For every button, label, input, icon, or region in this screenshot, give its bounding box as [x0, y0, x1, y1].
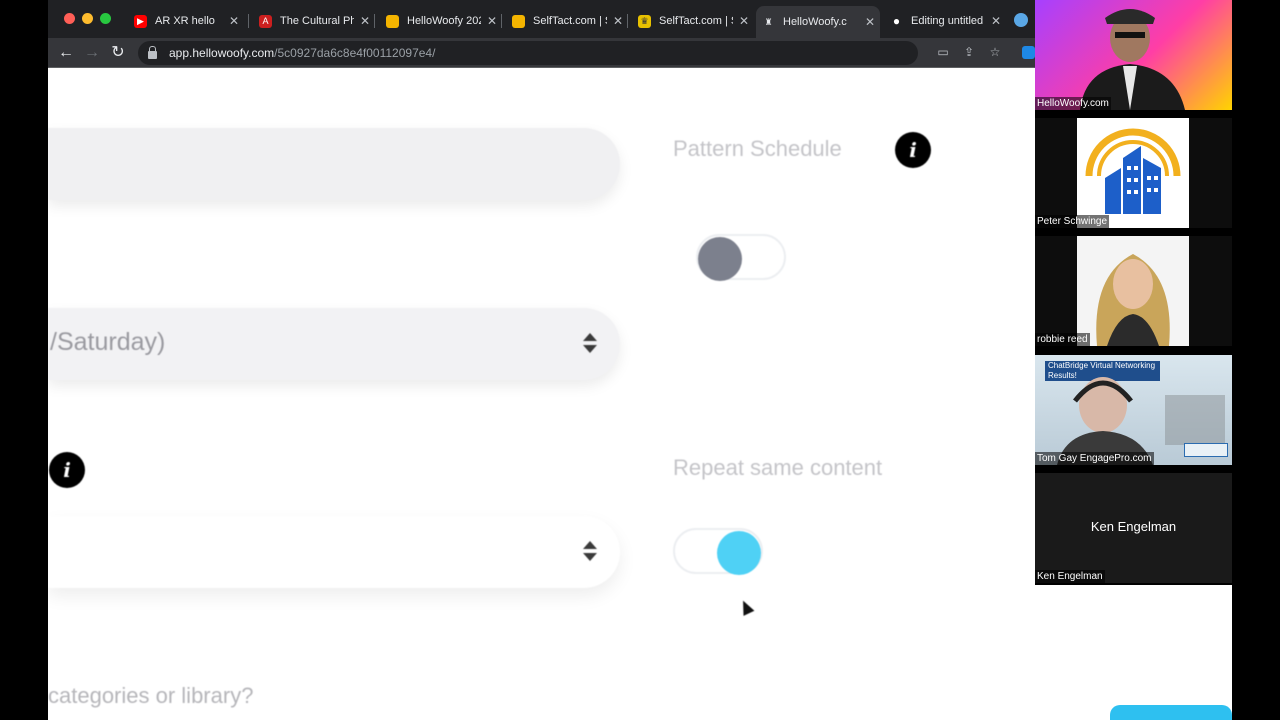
info-icon[interactable]: i — [895, 132, 931, 168]
day-select-value: /Saturday) — [50, 328, 166, 356]
slides-icon — [386, 14, 399, 28]
share-icon[interactable]: ⇪ — [962, 45, 976, 59]
participant-video[interactable]: Ken Engelman Ken Engelman — [1035, 473, 1232, 583]
browser-window: ▶ AR XR hello ✕ A The Cultural Ph ✕ Hell… — [48, 0, 1035, 720]
text-field[interactable] — [48, 128, 620, 200]
info-icon[interactable]: i — [49, 452, 85, 488]
repeat-content-toggle[interactable] — [673, 528, 763, 575]
frequency-select[interactable] — [48, 516, 620, 588]
participant-center-label: Ken Engelman — [1090, 519, 1177, 534]
url-host: app.hellowoofy.com — [169, 46, 275, 60]
browser-tab[interactable]: HelloWoofy 202 ✕ — [380, 8, 500, 34]
close-tab-icon[interactable]: ✕ — [487, 14, 497, 28]
pattern-schedule-toggle[interactable] — [696, 234, 786, 281]
library-question-text: categories or library? — [48, 683, 254, 708]
participant-name: Ken Engelman — [1035, 570, 1105, 583]
close-tab-icon[interactable]: ✕ — [865, 15, 875, 29]
browser-tab[interactable]: ♛ SelfTact.com | S ✕ — [632, 8, 752, 34]
participant-name: HelloWoofy.com — [1035, 97, 1111, 110]
mouse-cursor — [737, 598, 755, 616]
tab-divider — [627, 14, 628, 28]
minimize-window-button[interactable] — [82, 13, 93, 24]
tab-divider — [374, 14, 375, 28]
repeat-content-label: Repeat same content — [673, 455, 883, 480]
adobe-icon: A — [259, 14, 272, 28]
close-tab-icon[interactable]: ✕ — [991, 14, 1001, 28]
participant-name: Peter Schwinge — [1035, 215, 1110, 228]
tab-title: HelloWoofy 202 — [407, 15, 481, 27]
tab-divider — [248, 14, 249, 28]
youtube-icon: ▶ — [134, 14, 147, 28]
extension-icon[interactable] — [1014, 13, 1028, 27]
participant-video[interactable]: robbie reed — [1035, 236, 1232, 346]
building-logo-icon — [1085, 128, 1181, 214]
participant-silhouette — [1080, 9, 1185, 110]
blue-button-edge[interactable] — [1110, 705, 1232, 720]
lock-icon — [148, 45, 157, 59]
participant-name: Tom Gay EngagePro.com — [1035, 452, 1154, 465]
zoom-window-button[interactable] — [100, 13, 111, 24]
page-content: Pattern Schedule i /Saturday) i Repeat s… — [48, 68, 1035, 720]
close-tab-icon[interactable]: ✕ — [613, 14, 623, 28]
close-tab-icon[interactable]: ✕ — [739, 14, 749, 28]
slides-icon — [512, 14, 525, 28]
participant-photo — [1077, 236, 1189, 346]
extension-icon[interactable] — [1022, 46, 1035, 59]
select-stepper-icon[interactable] — [583, 541, 597, 563]
browser-tab-active[interactable]: ♜ HelloWoofy.c ✕ — [756, 6, 880, 38]
close-tab-icon[interactable]: ✕ — [229, 14, 239, 28]
tab-title: AR XR hello — [155, 15, 215, 27]
back-arrow-icon[interactable]: ← — [56, 43, 76, 63]
toggle-knob — [717, 531, 761, 575]
reload-icon[interactable]: ↻ — [108, 43, 128, 63]
gallery-empty-area — [1035, 585, 1232, 720]
browser-toolbar: ← → ↻ app.hellowoofy.com/5c0927da6c8e4f0… — [48, 38, 1035, 68]
participant-logo — [1077, 118, 1189, 228]
forward-arrow-icon[interactable]: → — [82, 43, 102, 63]
url-path: /5c0927da6c8e4f00112097e4/ — [274, 46, 436, 60]
select-stepper-icon[interactable] — [583, 333, 597, 355]
close-tab-icon[interactable]: ✕ — [360, 14, 370, 28]
pattern-schedule-label: Pattern Schedule — [673, 136, 842, 161]
hellowoofy-icon: ♜ — [764, 16, 773, 27]
chatbridge-logo — [1184, 443, 1228, 457]
participant-video[interactable]: ChatBridge Virtual Networking Results! T… — [1035, 355, 1232, 465]
participant-silhouette — [1096, 254, 1170, 346]
crown-icon: ♛ — [638, 14, 651, 28]
close-window-button[interactable] — [64, 13, 75, 24]
participant-video[interactable]: Peter Schwinge — [1035, 118, 1232, 228]
browser-tab[interactable]: ▶ AR XR hello ✕ — [128, 8, 248, 34]
browser-tab[interactable]: SelfTact.com | S ✕ — [506, 8, 626, 34]
tab-title: SelfTact.com | S — [659, 15, 733, 27]
browser-tab[interactable]: A The Cultural Ph ✕ — [253, 8, 373, 34]
browser-tab[interactable]: ● Editing untitled ✕ — [884, 8, 1004, 34]
sidebar-icon[interactable]: ▭ — [936, 45, 950, 59]
bookmark-star-icon[interactable]: ☆ — [988, 45, 1002, 59]
tab-title: HelloWoofy.c — [783, 16, 847, 28]
participant-name: robbie reed — [1035, 333, 1090, 346]
tab-title: SelfTact.com | S — [533, 15, 607, 27]
tab-title: Editing untitled — [911, 15, 984, 27]
screen: ▶ AR XR hello ✕ A The Cultural Ph ✕ Hell… — [0, 0, 1280, 720]
toggle-knob — [698, 237, 742, 281]
tab-divider — [501, 14, 502, 28]
address-bar[interactable]: app.hellowoofy.com/5c0927da6c8e4f0011209… — [138, 41, 918, 65]
participant-video[interactable]: HelloWoofy.com — [1035, 0, 1232, 110]
medium-icon: ● — [892, 14, 901, 28]
tab-title: The Cultural Ph — [280, 15, 354, 27]
tab-bar: ▶ AR XR hello ✕ A The Cultural Ph ✕ Hell… — [48, 0, 1035, 38]
